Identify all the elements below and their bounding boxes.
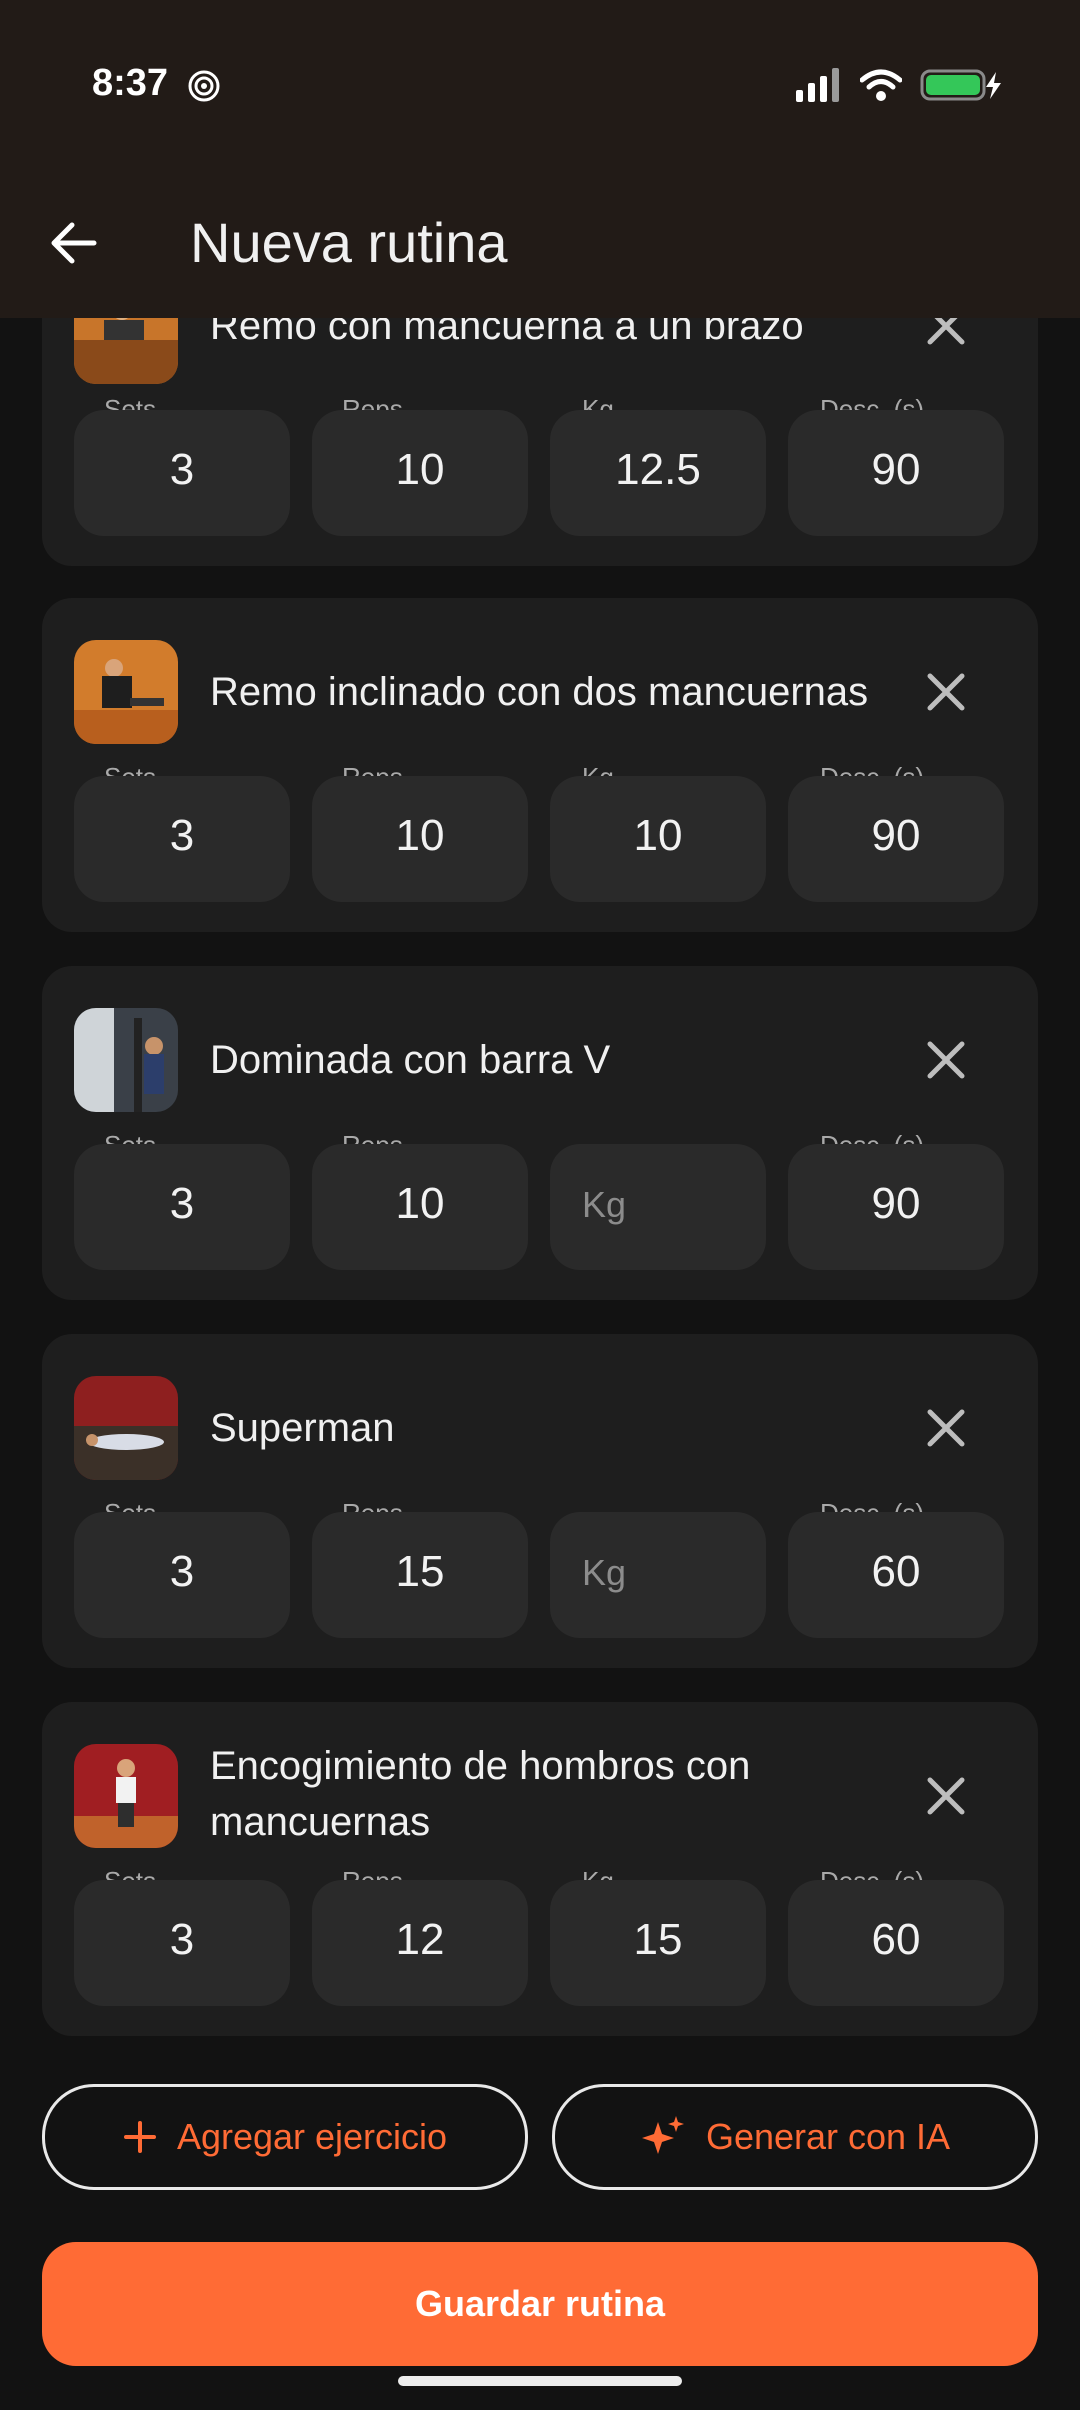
wifi-icon [860, 69, 902, 101]
kg-input[interactable]: Kg [550, 1512, 766, 1638]
reps-input[interactable]: 10 [312, 410, 528, 536]
exercise-name-line: mancuernas [210, 1800, 431, 1844]
app-bar: 8:37 Nueva rutina [0, 0, 1080, 318]
exercise-name: Dominada con barra V [210, 1038, 611, 1082]
exercise-card: Dominada con barra V Sets Reps Desc. (s)… [42, 966, 1038, 1300]
exercise-thumbnail [74, 1008, 178, 1112]
add-exercise-label: Agregar ejercicio [176, 2116, 448, 2157]
reps-input[interactable]: 10 [312, 776, 528, 902]
close-icon [927, 1409, 965, 1447]
remove-exercise-button[interactable] [922, 668, 970, 716]
kg-placeholder: Kg [582, 1552, 627, 1593]
kg-placeholder: Kg [582, 1184, 627, 1225]
reps-input[interactable]: 15 [312, 1512, 528, 1638]
exercise-name: Encogimiento de hombros con mancuernas [210, 1738, 930, 1850]
status-time: 8:37 [92, 62, 169, 104]
reps-input[interactable]: 10 [312, 1144, 528, 1270]
signal-icon [796, 68, 839, 102]
exercise-thumbnail [74, 1744, 178, 1848]
exercise-thumbnail [74, 1376, 178, 1480]
exercise-card: Remo inclinado con dos mancuernas Sets R… [42, 598, 1038, 932]
kg-input[interactable]: 10 [550, 776, 766, 902]
close-icon [927, 1777, 965, 1815]
home-indicator [398, 2376, 682, 2386]
battery-charging-icon [920, 69, 1001, 101]
add-exercise-button[interactable]: Agregar ejercicio [42, 2084, 528, 2190]
rest-input[interactable]: 60 [788, 1512, 1004, 1638]
save-routine-button[interactable]: Guardar rutina [42, 2242, 1038, 2366]
exercise-name: Superman [210, 1406, 395, 1450]
remove-exercise-button[interactable] [922, 1772, 970, 1820]
sets-input[interactable]: 3 [74, 1512, 290, 1638]
exercise-card: Superman Sets Reps Desc. (s) 3 15 Kg 60 [42, 1334, 1038, 1668]
sets-input[interactable]: 3 [74, 1144, 290, 1270]
back-button[interactable] [46, 215, 102, 271]
plus-icon [123, 2121, 156, 2153]
rest-input[interactable]: 90 [788, 776, 1004, 902]
generate-ai-button[interactable]: Generar con IA [552, 2084, 1038, 2190]
sparkle-icon [641, 2116, 684, 2154]
reps-input[interactable]: 12 [312, 1880, 528, 2006]
sets-input[interactable]: 3 [74, 776, 290, 902]
rest-input[interactable]: 90 [788, 410, 1004, 536]
status-icons [796, 68, 1002, 102]
kg-input[interactable]: 15 [550, 1880, 766, 2006]
rest-input[interactable]: 60 [788, 1880, 1004, 2006]
exercise-card: Encogimiento de hombros con mancuernas S… [42, 1702, 1038, 2036]
save-routine-label: Guardar rutina [414, 2283, 666, 2324]
exercise-name: Remo inclinado con dos mancuernas [210, 670, 869, 714]
kg-input[interactable]: Kg [550, 1144, 766, 1270]
close-icon [927, 673, 965, 711]
arrow-left-icon [51, 222, 97, 264]
generate-ai-label: Generar con IA [705, 2116, 951, 2157]
exercise-thumbnail [74, 640, 178, 744]
remove-exercise-button[interactable] [922, 1036, 970, 1084]
close-icon [927, 1041, 965, 1079]
remove-exercise-button[interactable] [922, 1404, 970, 1452]
sets-input[interactable]: 3 [74, 1880, 290, 2006]
rest-input[interactable]: 90 [788, 1144, 1004, 1270]
page-title: Nueva rutina [190, 211, 508, 274]
exercise-name-line: Encogimiento de hombros con [210, 1744, 751, 1788]
sets-input[interactable]: 3 [74, 410, 290, 536]
kg-input[interactable]: 12.5 [550, 410, 766, 536]
notification-spiral-icon [188, 70, 220, 102]
